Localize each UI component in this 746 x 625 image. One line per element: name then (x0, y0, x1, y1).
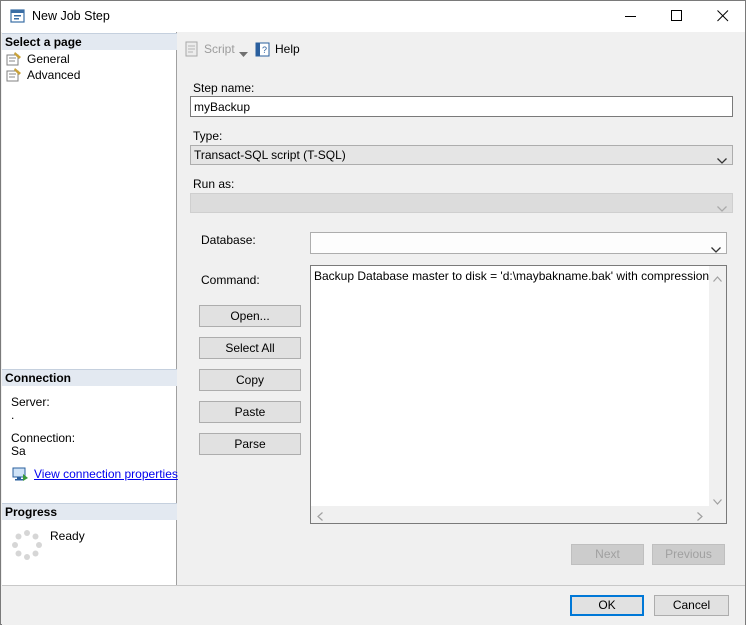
parse-button[interactable]: Parse (199, 433, 301, 455)
progress-header: Progress (2, 503, 177, 520)
maximize-icon (671, 10, 682, 21)
select-page-header: Select a page (2, 33, 177, 50)
copy-button[interactable]: Copy (199, 369, 301, 391)
maximize-button[interactable] (654, 1, 700, 31)
script-icon (184, 41, 200, 60)
type-select[interactable]: Transact-SQL script (T-SQL) (190, 145, 733, 165)
type-label: Type: (193, 129, 223, 143)
progress-spinner-icon (11, 529, 43, 561)
dialog-footer: OK Cancel (2, 585, 745, 625)
chevron-down-icon (711, 240, 721, 258)
type-select-value: Transact-SQL script (T-SQL) (194, 148, 346, 162)
view-connection-link-text[interactable]: View connection properties (34, 467, 178, 481)
database-select[interactable] (310, 232, 727, 254)
help-label: Help (275, 42, 300, 56)
connection-label: Connection: (11, 431, 76, 445)
previous-button[interactable]: Previous (652, 544, 725, 565)
vertical-scrollbar[interactable] (709, 266, 726, 506)
run-as-select[interactable] (190, 193, 733, 213)
page-item-label: Advanced (27, 68, 81, 82)
minimize-button[interactable] (608, 1, 654, 31)
scrollbar-corner (709, 506, 726, 523)
scroll-right-icon[interactable] (697, 510, 703, 524)
open-button[interactable]: Open... (199, 305, 301, 327)
window-title: New Job Step (32, 9, 110, 23)
script-dropdown-arrow-icon[interactable] (239, 46, 248, 60)
ok-button[interactable]: OK (570, 595, 644, 616)
progress-status: Ready (50, 529, 85, 543)
general-page-content: Step name: myBackup Type: Transact-SQL s… (178, 66, 745, 585)
page-wrench-icon (6, 52, 22, 66)
step-name-label: Step name: (193, 81, 255, 95)
toolbar: Script ? Help (178, 32, 745, 66)
cancel-button[interactable]: Cancel (654, 595, 729, 616)
paste-button[interactable]: Paste (199, 401, 301, 423)
next-button[interactable]: Next (571, 544, 644, 565)
server-label: Server: (11, 395, 50, 409)
step-name-input[interactable]: myBackup (190, 96, 733, 117)
scroll-up-icon[interactable] (713, 271, 722, 285)
page-item-label: General (27, 52, 70, 66)
select-all-button[interactable]: Select All (199, 337, 301, 359)
minimize-icon (625, 16, 636, 17)
chevron-down-icon (717, 199, 727, 217)
horizontal-scrollbar[interactable] (311, 506, 709, 523)
title-bar: New Job Step (1, 1, 745, 32)
job-step-icon (10, 8, 26, 24)
page-wrench-icon (6, 68, 22, 82)
server-value: . (11, 408, 15, 422)
help-book-icon: ? (255, 41, 271, 60)
command-label: Command: (201, 273, 260, 287)
run-as-label: Run as: (193, 177, 235, 191)
connection-properties-icon (12, 467, 29, 482)
left-pane: Select a page General Advanced Connectio… (2, 32, 178, 585)
svg-text:?: ? (262, 45, 267, 55)
database-label: Database: (201, 233, 256, 247)
close-icon (717, 10, 729, 22)
connection-header: Connection (2, 369, 177, 386)
connection-value: Sa (11, 444, 26, 458)
scroll-left-icon[interactable] (317, 510, 323, 524)
command-textarea[interactable]: Backup Database master to disk = 'd:\may… (310, 265, 727, 524)
script-label: Script (204, 42, 235, 56)
command-text: Backup Database master to disk = 'd:\may… (314, 269, 710, 283)
new-job-step-dialog: New Job Step Select a page General Advan… (0, 0, 746, 625)
close-button[interactable] (700, 1, 746, 31)
chevron-down-icon (717, 151, 727, 169)
